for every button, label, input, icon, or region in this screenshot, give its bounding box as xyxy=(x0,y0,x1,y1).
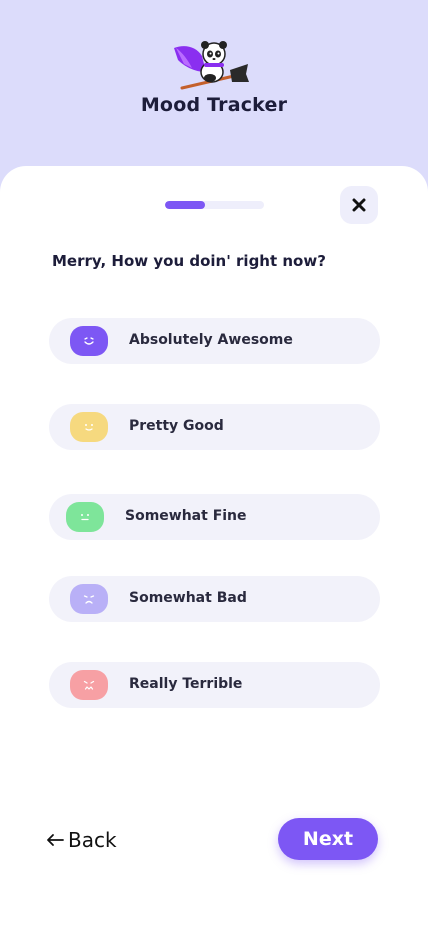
smiling-face-icon xyxy=(70,412,108,442)
mood-option-somewhat-fine[interactable]: Somewhat Fine xyxy=(49,494,380,540)
header: Mood Tracker xyxy=(0,0,428,170)
neutral-face-icon xyxy=(66,502,104,532)
app-title: Mood Tracker xyxy=(140,94,288,116)
back-button[interactable]: Back xyxy=(46,824,117,856)
sad-face-icon xyxy=(70,584,108,614)
mood-option-absolutely-awesome[interactable]: Absolutely Awesome xyxy=(49,318,380,364)
arrow-left-icon xyxy=(47,834,64,846)
mood-option-label: Really Terrible xyxy=(129,676,243,692)
mood-option-label: Somewhat Bad xyxy=(129,590,247,606)
mood-question: Merry, How you doin' right now? xyxy=(52,252,326,270)
mood-option-label: Pretty Good xyxy=(129,418,224,434)
mood-option-label: Somewhat Fine xyxy=(125,508,247,524)
mood-option-label: Absolutely Awesome xyxy=(129,332,293,348)
close-icon xyxy=(352,198,366,212)
mood-option-really-terrible[interactable]: Really Terrible xyxy=(49,662,380,708)
back-label: Back xyxy=(68,828,117,852)
mood-card: Merry, How you doin' right now? Absolute… xyxy=(0,166,428,926)
progress-bar xyxy=(165,201,264,209)
grinning-face-icon xyxy=(70,326,108,356)
progress-fill xyxy=(165,201,205,209)
next-label: Next xyxy=(302,828,354,850)
mood-option-somewhat-bad[interactable]: Somewhat Bad xyxy=(49,576,380,622)
mood-option-pretty-good[interactable]: Pretty Good xyxy=(49,404,380,450)
crying-face-icon xyxy=(70,670,108,700)
panda-witch-logo-icon xyxy=(174,41,249,90)
next-button[interactable]: Next xyxy=(278,818,378,860)
close-button[interactable] xyxy=(340,186,378,224)
